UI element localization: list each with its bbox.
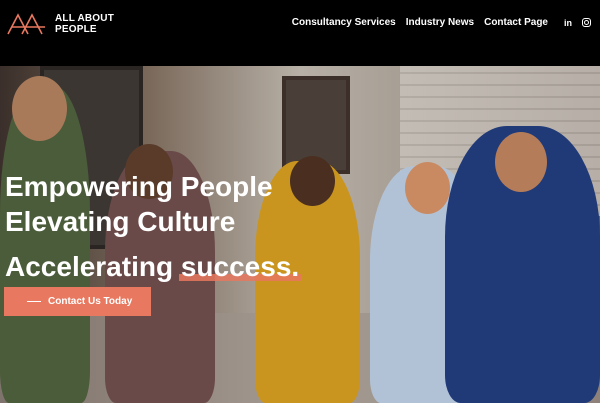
person-head: [12, 76, 67, 141]
headline-line3: Accelerating success.: [5, 249, 302, 284]
hero-headline: Empowering People Elevating Culture Acce…: [5, 169, 302, 284]
nav-industry-news[interactable]: Industry News: [406, 17, 474, 28]
brand-name-line2: PEOPLE: [55, 24, 97, 35]
button-dash-icon: [27, 301, 41, 302]
main-menu: Consultancy Services Industry News Conta…: [292, 17, 548, 28]
instagram-icon[interactable]: [582, 18, 591, 27]
contact-us-button[interactable]: Contact Us Today: [4, 287, 151, 316]
headline-line3-prefix: Accelerating: [5, 251, 181, 282]
nav-consultancy-services[interactable]: Consultancy Services: [292, 17, 396, 28]
top-navigation: ALL ABOUT PEOPLE Consultancy Services In…: [0, 0, 600, 66]
person-head: [495, 132, 547, 192]
contact-us-label: Contact Us Today: [48, 296, 133, 307]
person-head: [405, 162, 450, 214]
social-links: in: [563, 18, 591, 28]
linkedin-icon[interactable]: in: [563, 18, 573, 28]
brand-logo[interactable]: ALL ABOUT PEOPLE: [7, 13, 114, 35]
headline-line2: Elevating Culture: [5, 206, 236, 237]
brand-name: ALL ABOUT PEOPLE: [55, 13, 114, 35]
brand-name-line1: ALL ABOUT: [55, 13, 115, 24]
logo-mark-icon: [7, 13, 45, 35]
nav-contact-page[interactable]: Contact Page: [484, 17, 548, 28]
headline-accent-word: success.: [178, 251, 302, 282]
headline-line1: Empowering People: [5, 171, 273, 202]
